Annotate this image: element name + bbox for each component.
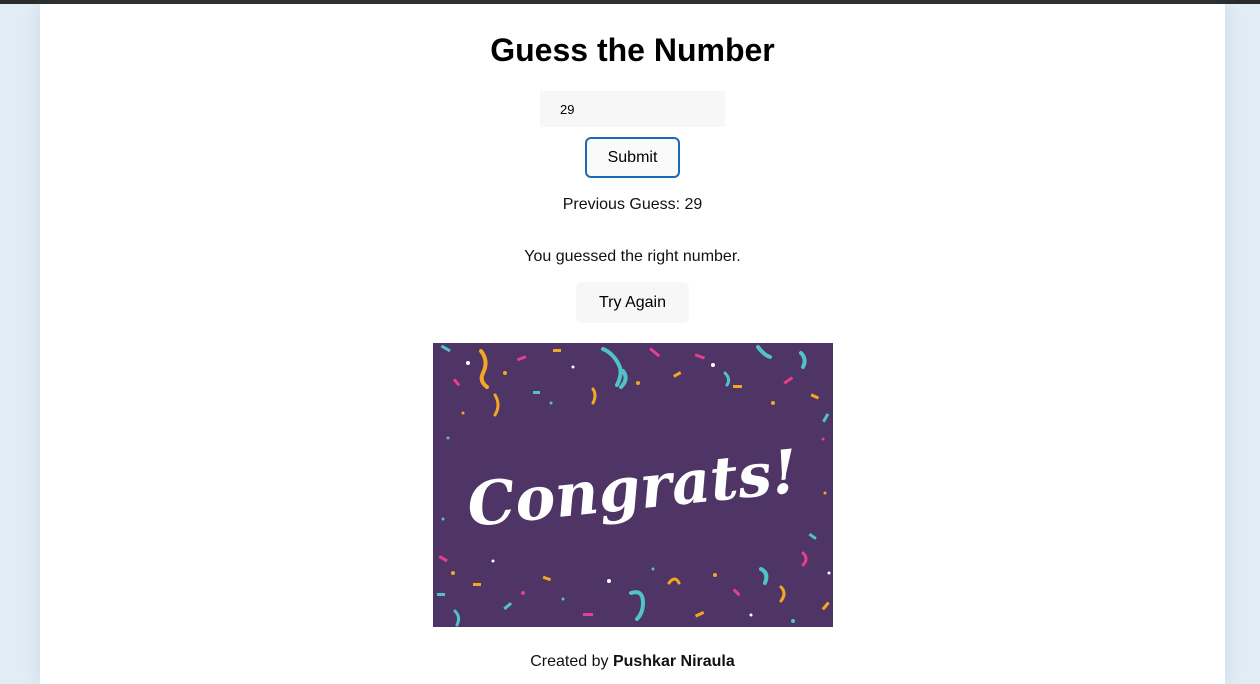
guess-input[interactable] [540,91,725,127]
congrats-image: Congrats! [433,343,833,627]
game-card: Guess the Number Submit Previous Guess: … [40,4,1225,684]
previous-guess-text: Previous Guess: 29 [562,196,703,213]
submit-button[interactable]: Submit [585,137,680,178]
congrats-illustration: Congrats! [433,343,833,627]
footer-credit: Created by Pushkar Niraula [40,652,1225,672]
credit-author: Pushkar Niraula [612,653,735,670]
result-message: You guessed the right number. [524,248,741,265]
page-title: Guess the Number [490,32,775,68]
try-again-button[interactable]: Try Again [576,282,689,323]
credit-prefix: Created by [530,653,609,670]
